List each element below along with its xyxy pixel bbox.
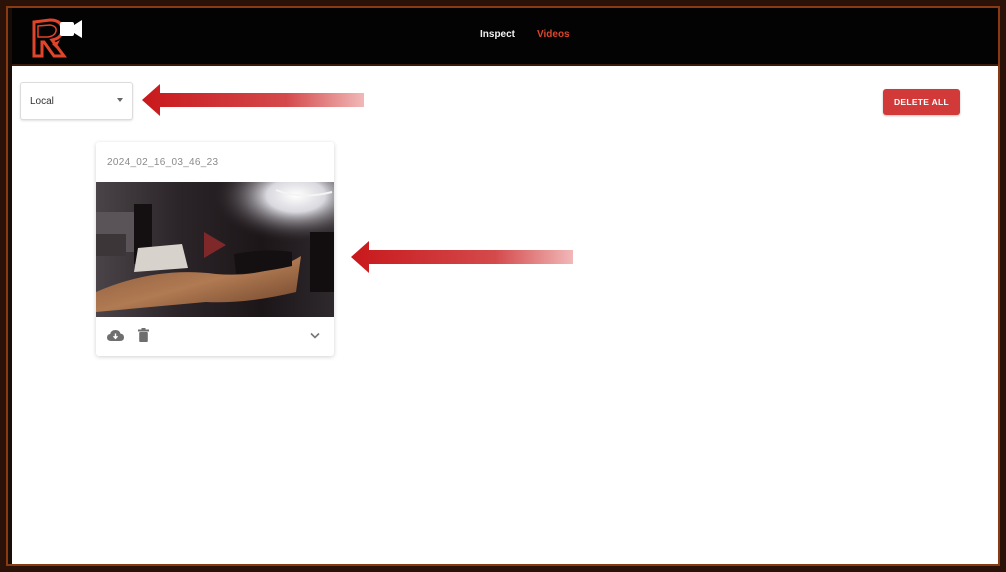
annotation-arrow-select (142, 84, 364, 116)
chevron-down-icon[interactable] (310, 332, 320, 339)
nav-tab-inspect[interactable]: Inspect (480, 29, 515, 40)
app-logo[interactable] (30, 16, 84, 60)
source-select[interactable]: Local (20, 82, 133, 120)
nav-tab-videos[interactable]: Videos (537, 29, 570, 40)
video-thumbnail-image (96, 182, 334, 317)
top-navigation-bar: Inspect Videos (12, 8, 1006, 66)
video-thumbnail[interactable] (96, 182, 334, 317)
delete-all-button[interactable]: DELETE ALL (883, 89, 960, 115)
chevron-down-icon (117, 98, 123, 102)
app-window: Inspect Videos Local DELETE ALL 2024_02_… (12, 8, 1006, 572)
main-nav: Inspect Videos (480, 29, 570, 40)
trash-icon[interactable] (138, 328, 149, 342)
cloud-download-icon[interactable] (107, 329, 124, 342)
annotation-arrow-video (351, 241, 573, 273)
source-select-value: Local (30, 96, 54, 107)
video-card: 2024_02_16_03_46_23 (96, 142, 334, 356)
video-card-actions (96, 317, 334, 356)
video-title: 2024_02_16_03_46_23 (107, 157, 219, 168)
